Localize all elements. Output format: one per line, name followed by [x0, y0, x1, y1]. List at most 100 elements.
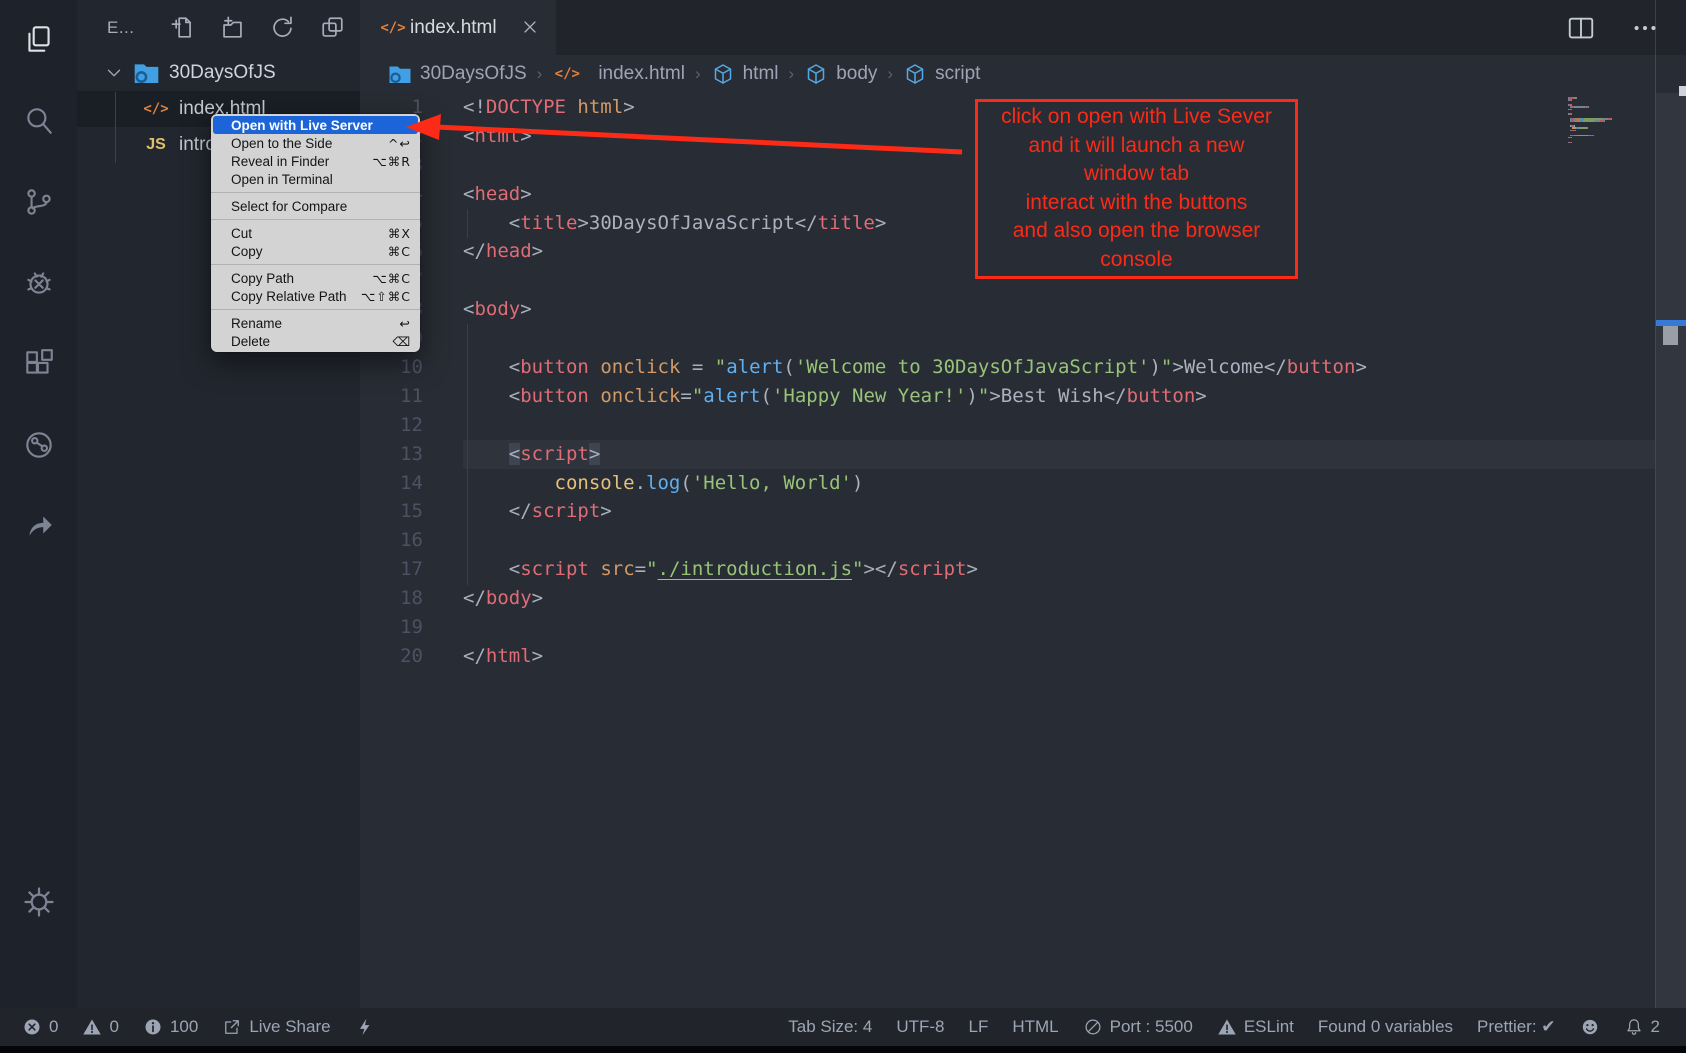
status-prettier[interactable]: Prettier: ✔ — [1477, 1017, 1555, 1037]
code-line-11[interactable]: 11 <button onclick="alert('Happy New Yea… — [360, 382, 1655, 411]
code-line-14[interactable]: 14 console.log('Hello, World') — [360, 469, 1655, 498]
new-folder-icon[interactable] — [219, 14, 246, 41]
code-line-18[interactable]: 18 </body> — [360, 584, 1655, 613]
context-menu: Open with Live ServerOpen to the Side^↩R… — [211, 114, 420, 352]
status-warnings[interactable]: 0 — [82, 1017, 118, 1037]
menu-item-rename[interactable]: Rename↩ — [211, 314, 420, 332]
line-number: 18 — [360, 584, 423, 613]
code-line-13[interactable]: 13 <script> — [360, 440, 1655, 469]
code-text: </body> — [463, 584, 543, 613]
breadcrumb-separator: › — [789, 64, 795, 84]
menu-shortcut: ⌥⇧⌘C — [361, 289, 411, 304]
tab-index-html[interactable]: </> index.html — [360, 0, 556, 55]
line-number: 15 — [360, 497, 423, 526]
code-line-16[interactable]: 16 — [360, 526, 1655, 555]
html-file-icon: </> — [552, 66, 582, 82]
status-eslint[interactable]: ESLint — [1217, 1017, 1294, 1037]
settings-gear-icon[interactable] — [21, 884, 57, 920]
code-line-17[interactable]: 17 <script src="./introduction.js"></scr… — [360, 555, 1655, 584]
menu-separator — [211, 309, 420, 310]
code-text: console.log('Hello, World') — [463, 469, 863, 498]
menu-item-open-with-live-server[interactable]: Open with Live Server — [213, 116, 418, 134]
status-eol[interactable]: LF — [969, 1017, 989, 1037]
status-language-mode[interactable]: HTML — [1012, 1017, 1058, 1037]
code-text: <html> — [463, 122, 532, 151]
menu-item-reveal-in-finder[interactable]: Reveal in Finder⌥⌘R — [211, 152, 420, 170]
breadcrumb-item-script[interactable]: script — [903, 62, 980, 86]
menu-item-open-to-the-side[interactable]: Open to the Side^↩ — [211, 134, 420, 152]
code-line-10[interactable]: 10 <button onclick = "alert('Welcome to … — [360, 353, 1655, 382]
activity-gitlens-icon[interactable] — [21, 427, 57, 463]
tree-item-folder[interactable]: 30DaysOfJS — [77, 55, 360, 91]
annotation-line: window tab — [978, 160, 1295, 189]
status-label: 0 — [49, 1017, 58, 1037]
indent-guide — [467, 209, 468, 238]
activity-live-share-icon[interactable] — [21, 508, 57, 544]
status-live-share[interactable]: Live Share — [222, 1017, 330, 1037]
minimap-line — [1568, 125, 1652, 127]
menu-item-copy[interactable]: Copy⌘C — [211, 242, 420, 260]
code-line-9[interactable]: 9 — [360, 324, 1655, 353]
minimap-line — [1568, 135, 1652, 137]
breadcrumb-item-30daysofjs[interactable]: 30DaysOfJS — [388, 62, 527, 86]
status-live-server-port[interactable]: Port : 5500 — [1083, 1017, 1193, 1037]
scrollbar-thumb[interactable] — [1663, 326, 1678, 345]
chevron-down-icon — [103, 62, 125, 84]
code-text: <button onclick="alert('Happy New Year!'… — [463, 382, 1207, 411]
minimap-line — [1568, 118, 1652, 120]
cube-icon — [711, 62, 735, 86]
status-variables[interactable]: Found 0 variables — [1318, 1017, 1453, 1037]
status-errors[interactable]: 0 — [22, 1017, 58, 1037]
code-line-8[interactable]: 8<body> — [360, 295, 1655, 324]
status-label: Port : 5500 — [1110, 1017, 1193, 1037]
annotation-box: click on open with Live Severand it will… — [975, 99, 1298, 279]
status-label: LF — [969, 1017, 989, 1037]
minimap[interactable] — [1568, 97, 1652, 144]
activity-search-icon[interactable] — [21, 103, 57, 139]
status-encoding[interactable]: UTF-8 — [896, 1017, 944, 1037]
breadcrumb-item-html[interactable]: html — [711, 62, 779, 86]
minimap-line — [1568, 109, 1652, 111]
code-line-15[interactable]: 15 </script> — [360, 497, 1655, 526]
menu-item-cut[interactable]: Cut⌘X — [211, 224, 420, 242]
menu-item-copy-relative-path[interactable]: Copy Relative Path⌥⇧⌘C — [211, 287, 420, 305]
cube-icon — [903, 62, 927, 86]
status-tab-size[interactable]: Tab Size: 4 — [788, 1017, 872, 1037]
menu-item-copy-path[interactable]: Copy Path⌥⌘C — [211, 269, 420, 287]
menu-shortcut: ⌘X — [388, 226, 411, 241]
code-line-12[interactable]: 12 — [360, 411, 1655, 440]
status-quick-action[interactable] — [355, 1017, 375, 1037]
breadcrumb-item-body[interactable]: body — [804, 62, 877, 86]
refresh-explorer-icon[interactable] — [269, 14, 296, 41]
status-info[interactable]: 100 — [143, 1017, 198, 1037]
code-line-19[interactable]: 19 — [360, 613, 1655, 642]
code-line-20[interactable]: 20</html> — [360, 642, 1655, 671]
new-file-icon[interactable] — [169, 14, 196, 41]
line-number: 20 — [360, 642, 423, 671]
close-tab-icon[interactable] — [520, 17, 542, 39]
menu-item-open-in-terminal[interactable]: Open in Terminal — [211, 170, 420, 188]
collapse-folders-icon[interactable] — [319, 14, 346, 41]
minimap-line — [1568, 99, 1652, 101]
activity-explorer-icon[interactable] — [21, 22, 57, 58]
breadcrumb-item-index-html[interactable]: </>index.html — [552, 63, 685, 85]
status-label: Tab Size: 4 — [788, 1017, 872, 1037]
minimap-line — [1568, 127, 1652, 129]
split-editor-icon[interactable] — [1566, 13, 1596, 43]
status-bar: 0 0 100 Live Share Tab Size: 4 UTF-8 LF HTML Po… — [0, 1008, 1686, 1046]
activity-run-debug-icon[interactable] — [21, 265, 57, 301]
breadcrumb: 30DaysOfJS›</>index.html›html›body›scrip… — [360, 55, 1686, 93]
breadcrumb-separator: › — [695, 64, 701, 84]
status-feedback[interactable] — [1580, 1017, 1600, 1037]
cube-icon — [804, 62, 828, 86]
activity-source-control-icon[interactable] — [21, 184, 57, 220]
status-label: 100 — [170, 1017, 198, 1037]
port-slash-icon — [1083, 1017, 1103, 1037]
minimap-line — [1568, 132, 1652, 134]
menu-item-select-for-compare[interactable]: Select for Compare — [211, 197, 420, 215]
status-notifications[interactable]: 2 — [1624, 1017, 1660, 1037]
smiley-icon — [1580, 1017, 1600, 1037]
activity-extensions-icon[interactable] — [21, 346, 57, 382]
html-file-icon: </> — [380, 20, 406, 36]
menu-item-delete[interactable]: Delete⌫ — [211, 332, 420, 350]
